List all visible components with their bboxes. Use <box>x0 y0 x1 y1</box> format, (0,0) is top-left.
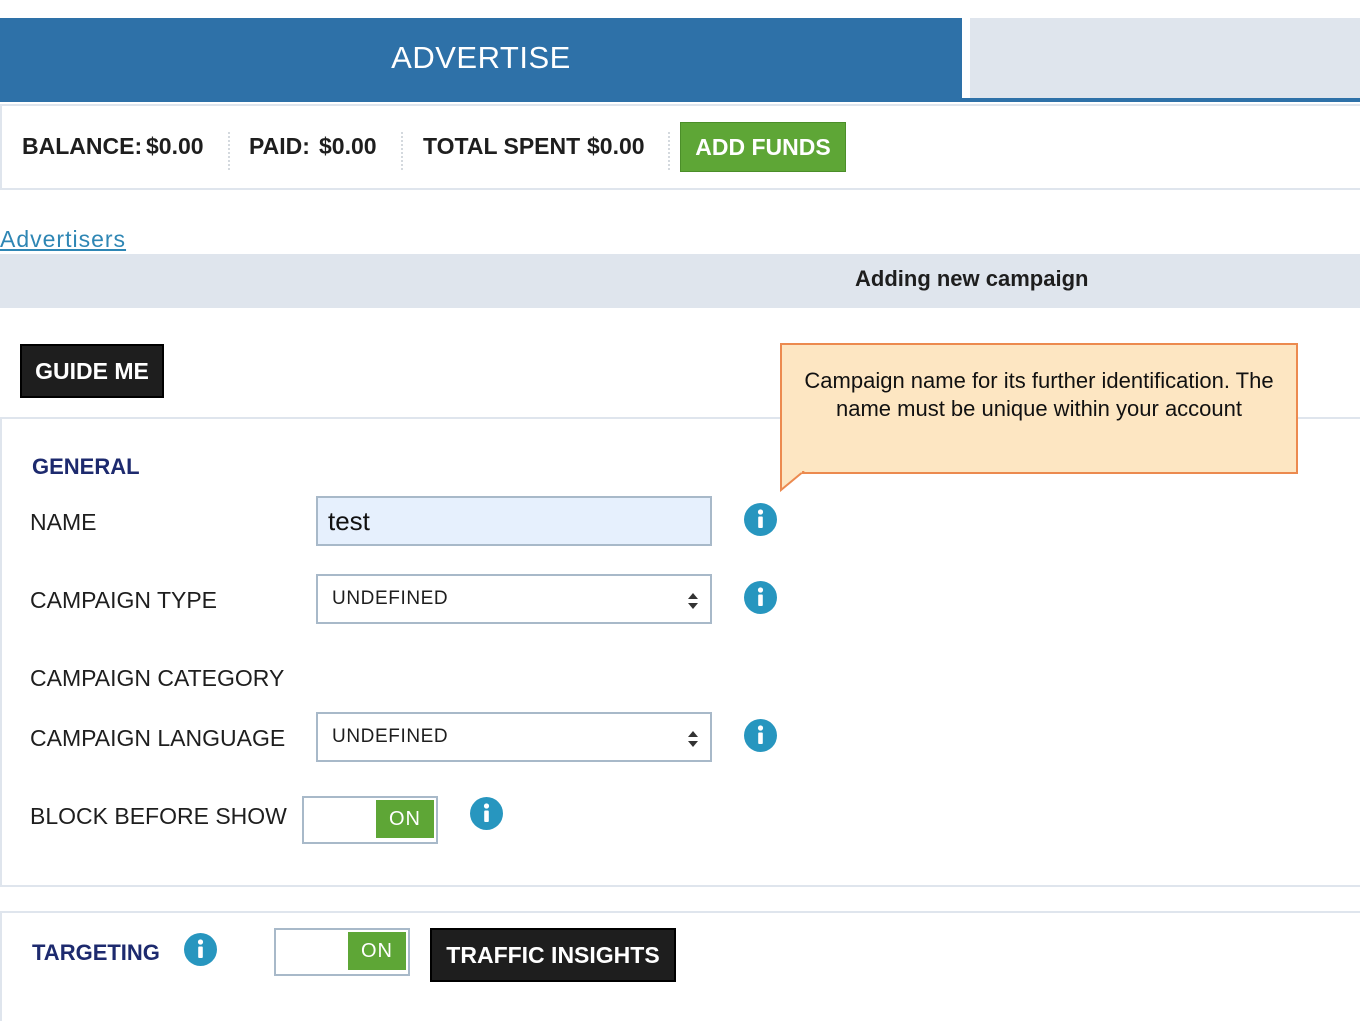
guide-me-button[interactable]: GUIDE ME <box>20 344 164 398</box>
block-before-show-toggle[interactable]: ON <box>302 796 438 844</box>
name-tooltip: Campaign name for its further identifica… <box>780 343 1298 474</box>
tab-underline <box>0 98 1360 102</box>
campaign-type-select[interactable]: UNDEFINED <box>316 574 712 624</box>
info-icon[interactable] <box>470 797 503 830</box>
traffic-insights-button[interactable]: TRAFFIC INSIGHTS <box>430 928 676 982</box>
toggle-on-indicator: ON <box>376 800 434 838</box>
select-arrows-icon <box>688 731 698 747</box>
campaign-language-label: CAMPAIGN LANGUAGE <box>30 725 286 751</box>
targeting-section <box>0 911 1360 1021</box>
name-label: NAME <box>30 509 97 535</box>
select-arrows-icon <box>688 593 698 609</box>
add-funds-button[interactable]: ADD FUNDS <box>680 122 846 172</box>
tab-secondary[interactable] <box>970 18 1360 98</box>
campaign-type-label: CAMPAIGN TYPE <box>30 587 218 613</box>
balance-label: BALANCE: <box>22 133 143 159</box>
total-spent-label: TOTAL SPENT <box>423 133 581 159</box>
divider <box>668 132 670 170</box>
page-title-bar <box>0 254 1360 308</box>
advertisers-link[interactable]: Advertisers <box>0 226 126 253</box>
info-icon[interactable] <box>744 719 777 752</box>
info-icon[interactable] <box>744 581 777 614</box>
tab-advertise[interactable]: ADVERTISE <box>0 18 962 98</box>
campaign-language-value: UNDEFINED <box>332 726 449 747</box>
campaign-type-value: UNDEFINED <box>332 588 449 609</box>
block-before-show-label: BLOCK BEFORE SHOW <box>30 803 287 829</box>
campaign-language-select[interactable]: UNDEFINED <box>316 712 712 762</box>
name-input[interactable]: test <box>316 496 712 546</box>
tooltip-tail <box>780 471 805 493</box>
divider <box>228 132 230 170</box>
targeting-toggle[interactable]: ON <box>274 928 410 976</box>
divider <box>401 132 403 170</box>
page-title: Adding new campaign <box>855 266 1089 291</box>
section-title-general: GENERAL <box>32 454 140 479</box>
toggle-on-indicator: ON <box>348 932 406 970</box>
info-icon[interactable] <box>184 933 217 966</box>
info-icon[interactable] <box>744 503 777 536</box>
section-title-targeting: TARGETING <box>32 940 160 965</box>
campaign-category-label: CAMPAIGN CATEGORY <box>30 665 285 691</box>
paid-value: $0.00 <box>319 133 377 159</box>
total-spent-value: $0.00 <box>587 133 645 159</box>
paid-label: PAID: <box>249 133 310 159</box>
balance-value: $0.00 <box>146 133 204 159</box>
